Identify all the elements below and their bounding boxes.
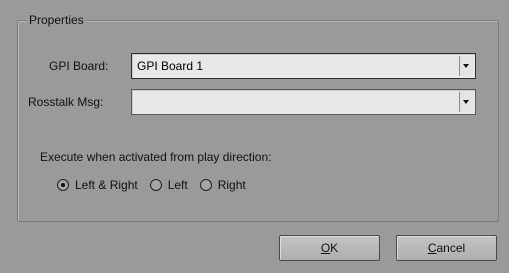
execute-direction-label: Execute when activated from play directi…: [40, 150, 272, 164]
gpi-board-value: GPI Board 1: [137, 59, 204, 73]
radio-left[interactable]: Left: [149, 178, 188, 192]
radio-unselected-icon[interactable]: [199, 179, 212, 191]
cancel-mnemonic: C: [427, 241, 437, 255]
cancel-button[interactable]: Cancel: [396, 235, 497, 261]
gpi-board-label: GPI Board:: [49, 59, 109, 73]
radio-unselected-icon[interactable]: [149, 179, 162, 191]
ok-label-rest: K: [330, 241, 339, 255]
direction-radio-group: Left & Right Left Right: [57, 177, 258, 193]
ok-mnemonic: O: [320, 241, 331, 255]
radio-dot: [61, 183, 65, 187]
ok-button[interactable]: OK: [279, 235, 380, 261]
cancel-label-rest: ancel: [436, 241, 466, 255]
radio-selected-icon[interactable]: [57, 179, 69, 191]
gpi-board-combo[interactable]: GPI Board 1: [131, 53, 476, 79]
rosstalk-msg-combo[interactable]: [131, 89, 476, 115]
chevron-down-icon: [463, 100, 469, 104]
radio-left-label: Left: [167, 178, 188, 192]
properties-group-title: Properties: [26, 13, 87, 27]
rosstalk-msg-dropdown-button[interactable]: [459, 92, 473, 112]
rosstalk-msg-label: Rosstalk Msg:: [28, 95, 104, 109]
radio-left-right-label: Left & Right: [75, 178, 138, 192]
chevron-down-icon: [463, 64, 469, 68]
radio-left-right[interactable]: Left & Right: [57, 178, 138, 192]
radio-right[interactable]: Right: [199, 178, 246, 192]
properties-dialog: Properties GPI Board: GPI Board 1 Rossta…: [0, 0, 509, 273]
gpi-board-dropdown-button[interactable]: [459, 56, 473, 76]
radio-right-label: Right: [217, 178, 246, 192]
